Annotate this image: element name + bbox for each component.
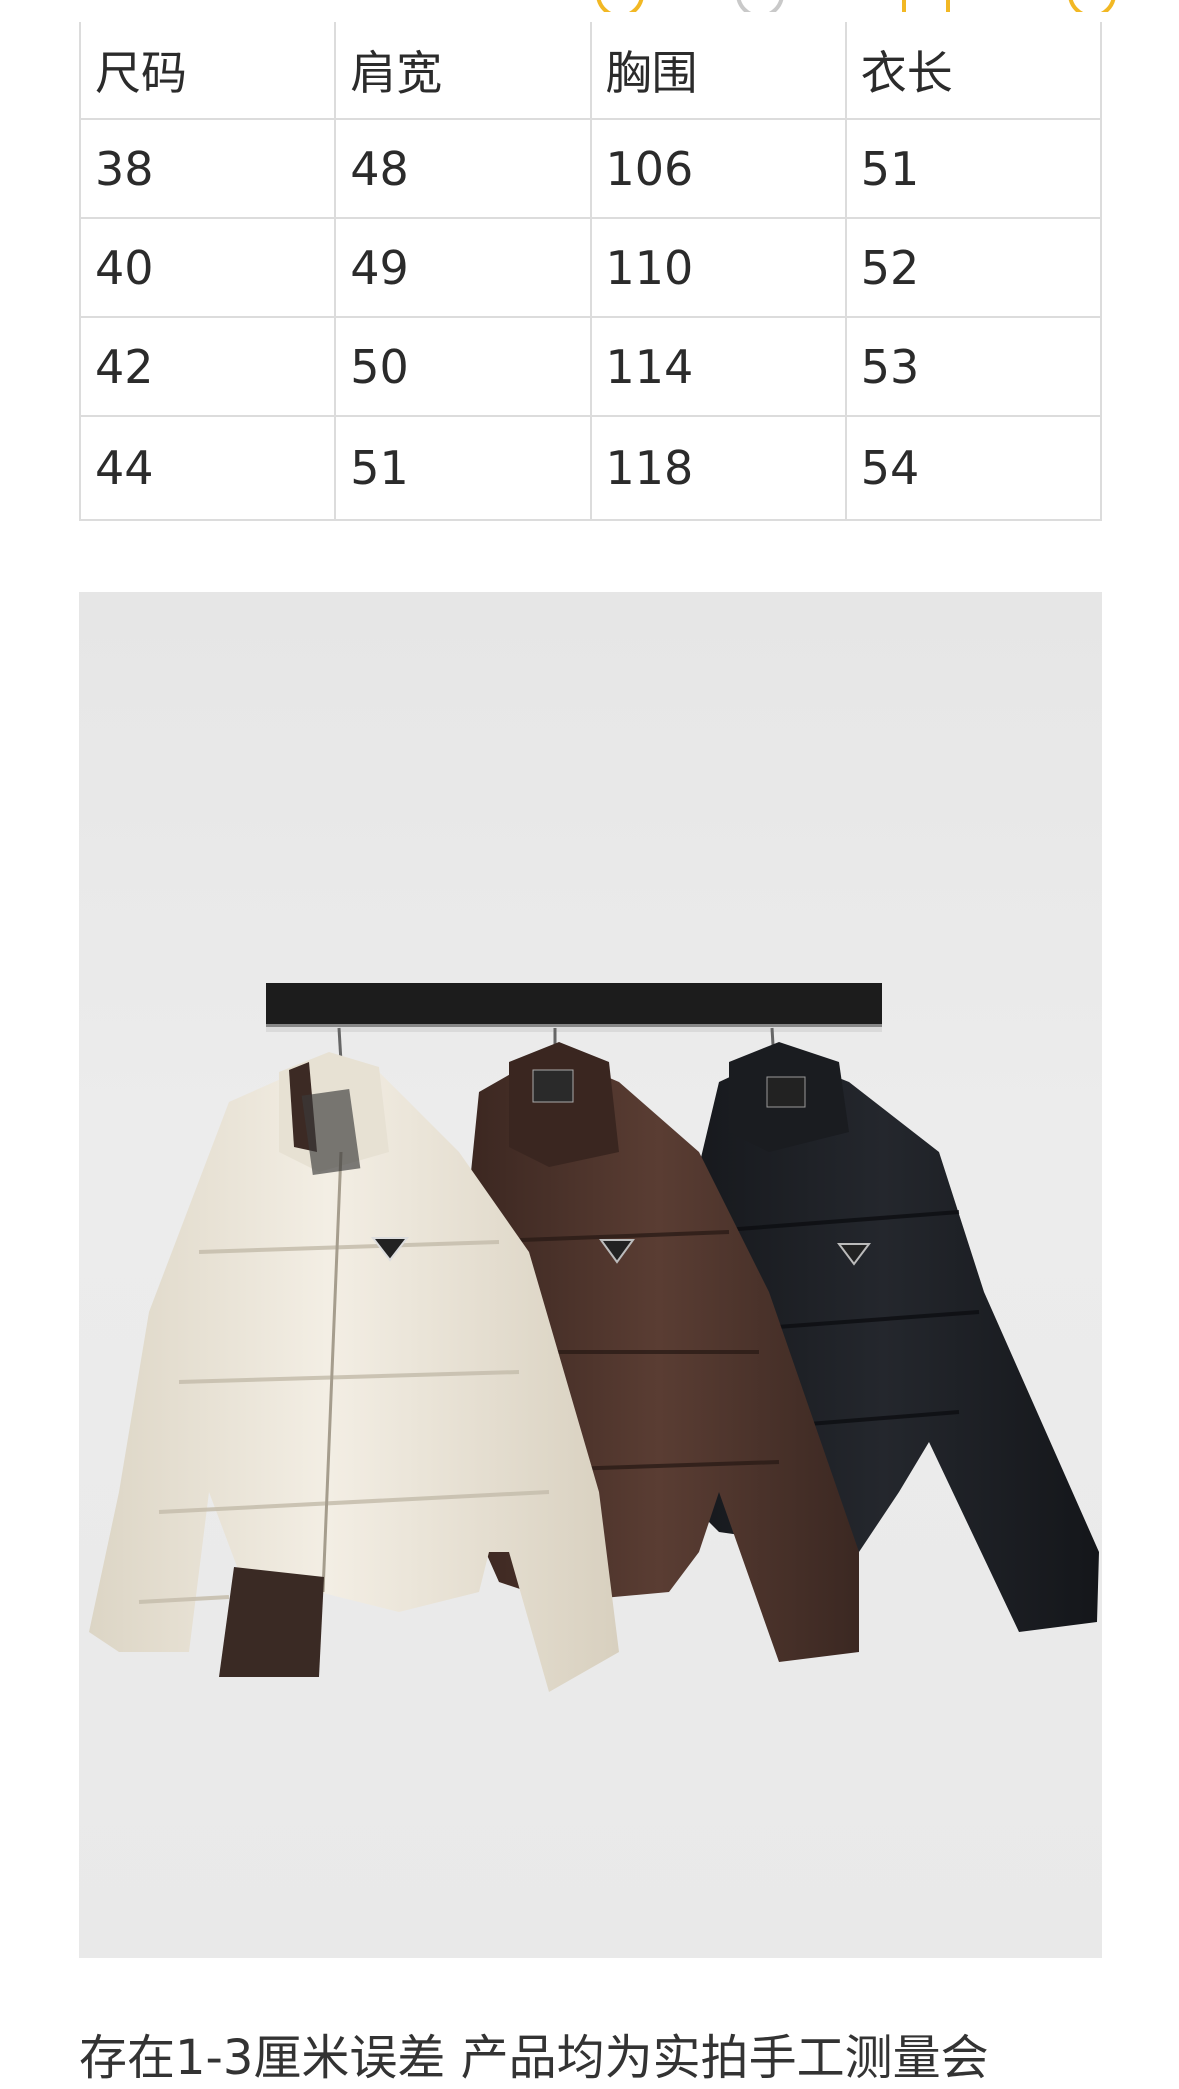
table-cell: 44	[78, 415, 337, 521]
table-cell: 51	[844, 118, 1103, 219]
table-cell: 42	[78, 316, 337, 417]
table-header-row: 尺码 肩宽 胸围 衣长	[78, 22, 1103, 120]
table-row: 40 49 110 52	[78, 217, 1103, 318]
product-photo[interactable]	[79, 592, 1102, 1958]
table-cell: 51	[334, 415, 592, 521]
table-cell: 49	[334, 217, 592, 318]
size-table: 尺码 肩宽 胸围 衣长 38 48 106 51 40 49 110 52 42…	[78, 22, 1103, 521]
header-shoulder: 肩宽	[334, 22, 592, 120]
emoji-icon[interactable]	[1068, 0, 1116, 12]
sticker-icon[interactable]	[902, 0, 950, 12]
table-cell: 38	[78, 118, 337, 219]
header-length: 衣长	[844, 22, 1103, 120]
table-cell: 118	[589, 415, 847, 521]
table-cell: 52	[844, 217, 1103, 318]
table-row: 38 48 106 51	[78, 118, 1103, 219]
circle-icon[interactable]	[736, 0, 784, 12]
table-cell: 114	[589, 316, 847, 417]
table-cell: 54	[844, 415, 1103, 521]
table-cell: 110	[589, 217, 847, 318]
table-row: 44 51 118 54	[78, 415, 1103, 521]
emoji-icon[interactable]	[596, 0, 644, 12]
header-size: 尺码	[78, 22, 337, 120]
table-cell: 48	[334, 118, 592, 219]
table-row: 42 50 114 53	[78, 316, 1103, 417]
table-cell: 50	[334, 316, 592, 417]
table-cell: 106	[589, 118, 847, 219]
top-icon-row	[0, 0, 1179, 12]
header-chest: 胸围	[589, 22, 847, 120]
table-cell: 40	[78, 217, 337, 318]
caption-text: 存在1-3厘米误差 产品均为实拍手工测量会	[79, 2030, 989, 2086]
table-cell: 53	[844, 316, 1103, 417]
jackets-illustration	[89, 983, 1099, 1692]
wall-rack	[266, 983, 882, 1027]
